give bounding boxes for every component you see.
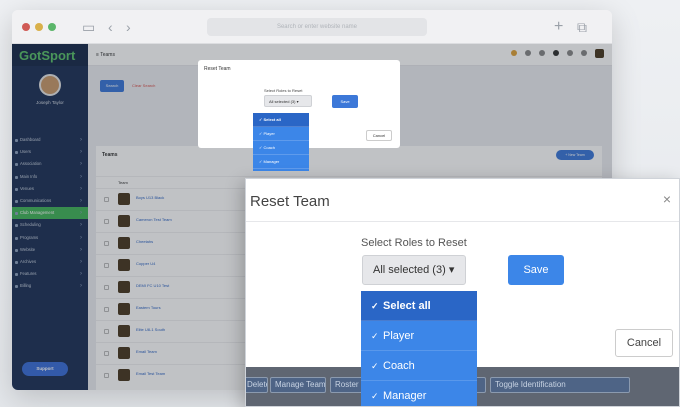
check-icon: ✓ (371, 391, 379, 401)
cancel-button[interactable]: Cancel (366, 130, 392, 141)
check-icon: ✓ (371, 361, 379, 371)
minimize-window-button[interactable] (35, 23, 43, 31)
divider (246, 221, 679, 222)
option-label: Manager (383, 390, 427, 402)
option-label: Coach (263, 145, 276, 150)
zoom-role-option-player[interactable]: ✓ Player (361, 321, 477, 351)
zoom-role-option-coach[interactable]: ✓ Coach (361, 351, 477, 381)
close-window-button[interactable] (22, 23, 30, 31)
new-tab-icon[interactable]: + (554, 18, 563, 36)
tabs-overview-icon[interactable]: ⧉ (577, 18, 587, 36)
zoom-modal-title: Reset Team (250, 193, 330, 210)
action-tag[interactable]: Delete Teams (246, 377, 268, 393)
role-option-manager[interactable]: ✓ Manager (253, 155, 309, 169)
zoom-callout: Reset Team × Select Roles to Reset All s… (245, 178, 680, 407)
zoom-role-option-manager[interactable]: ✓ Manager (361, 381, 477, 406)
back-icon[interactable]: ‹ (108, 18, 113, 36)
option-label: Player (383, 330, 415, 342)
role-option-select-all[interactable]: ✓ Select all (253, 113, 309, 127)
zoom-roles-dropdown: ✓ Select all ✓ Player ✓ Coach ✓ Manager (361, 291, 477, 406)
option-label: Select all (383, 300, 431, 312)
zoom-window-button[interactable] (48, 23, 56, 31)
roles-dropdown: ✓ Select all ✓ Player ✓ Coach ✓ Manager (253, 113, 309, 171)
role-option-player[interactable]: ✓ Player (253, 127, 309, 141)
zoom-roles-select[interactable]: All selected (3) ▾ (362, 255, 466, 285)
check-icon: ✓ (371, 331, 379, 341)
close-icon[interactable]: × (663, 191, 671, 207)
option-label: Player (263, 131, 275, 136)
sidebar-toggle-icon[interactable]: ▭ (82, 18, 95, 36)
forward-icon[interactable]: › (126, 18, 131, 36)
check-icon: ✓ (371, 301, 379, 311)
action-tag[interactable]: Toggle Identification (490, 377, 630, 393)
save-button[interactable]: Save (332, 95, 358, 108)
zoom-roles-label: Select Roles to Reset (361, 237, 467, 249)
roles-select[interactable]: All selected (3) ▾ (264, 95, 312, 107)
modal-title: Reset Team (204, 66, 231, 72)
roles-label: Select Roles to Reset (264, 88, 303, 93)
action-tag[interactable]: Manage Teams (270, 377, 326, 393)
zoom-save-button[interactable]: Save (508, 255, 564, 285)
zoom-role-option-select-all[interactable]: ✓ Select all (361, 291, 477, 321)
option-label: Select all (263, 117, 281, 122)
zoom-cancel-button[interactable]: Cancel (615, 329, 673, 357)
option-label: Manager (263, 159, 280, 164)
role-option-coach[interactable]: ✓ Coach (253, 141, 309, 155)
option-label: Coach (383, 360, 415, 372)
address-bar[interactable]: Search or enter website name (207, 18, 427, 36)
browser-toolbar: ▭ ‹ › Search or enter website name + ⧉ (12, 10, 612, 44)
